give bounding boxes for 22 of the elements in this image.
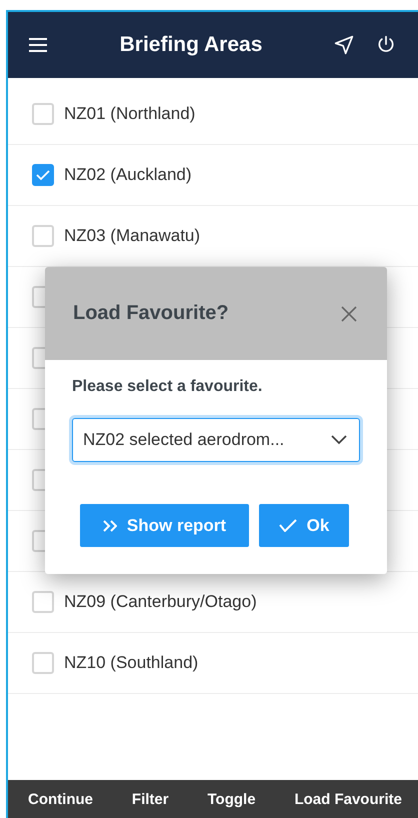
area-label: NZ02 (Auckland) <box>64 165 192 185</box>
bottom-bar-button[interactable]: Toggle <box>208 790 256 808</box>
dialog-prompt: Please select a favourite. <box>72 378 264 396</box>
check-icon <box>278 519 297 532</box>
checkbox[interactable] <box>32 164 54 186</box>
close-icon[interactable] <box>341 306 357 322</box>
area-label: NZ10 (Southland) <box>64 653 198 673</box>
send-icon[interactable] <box>334 35 354 55</box>
bottom-bar-button[interactable]: Filter <box>132 790 169 808</box>
power-icon[interactable] <box>376 35 396 55</box>
bottom-bar-button[interactable]: Continue <box>28 790 93 808</box>
favourite-select[interactable]: NZ02 selected aerodrom... <box>72 418 360 462</box>
double-chevron-icon <box>102 520 117 532</box>
chevron-down-icon <box>331 435 347 445</box>
area-label: NZ01 (Northland) <box>64 104 196 124</box>
area-label: NZ03 (Manawatu) <box>64 226 200 246</box>
menu-icon[interactable] <box>28 37 48 53</box>
bottom-bar-button[interactable]: Load Favourite <box>294 790 402 808</box>
page-title: Briefing Areas <box>118 33 264 57</box>
dialog-title: Load Favourite? <box>73 302 229 325</box>
check-icon <box>36 170 50 180</box>
area-label: NZ09 (Canterbury/Otago) <box>64 592 257 612</box>
